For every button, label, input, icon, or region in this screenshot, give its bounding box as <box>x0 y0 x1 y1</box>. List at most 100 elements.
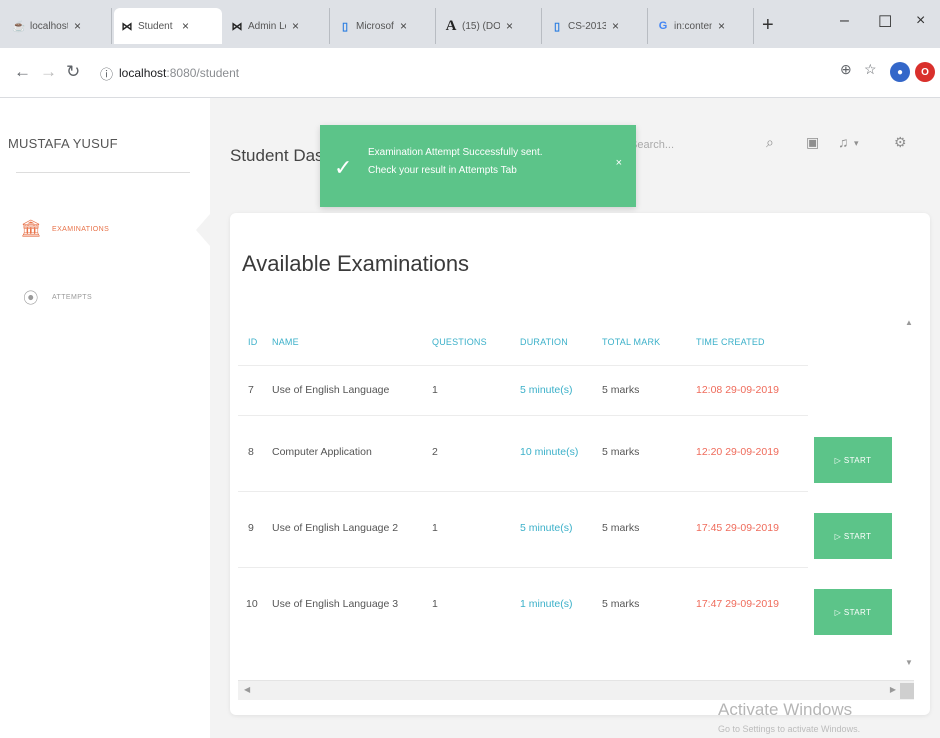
url-path: :8080/student <box>166 66 240 80</box>
cell-questions: 2 <box>432 446 438 458</box>
tab-label: in:content <box>674 20 712 32</box>
info-icon[interactable]: ⓘ <box>100 64 113 83</box>
vertical-scrollbar[interactable]: ▲ ▼ <box>903 318 915 670</box>
cell-total-mark: 5 marks <box>602 446 640 458</box>
app-icon: ⋈ <box>231 20 243 33</box>
cell-name: Use of English Language <box>272 384 390 396</box>
start-exam-button[interactable]: ▷ START <box>814 589 892 635</box>
start-exam-button[interactable]: ▷ START <box>814 513 892 559</box>
window-minimize-button[interactable]: – <box>840 12 849 30</box>
start-exam-button[interactable]: ▷ START <box>814 437 892 483</box>
column-header-name: NAME <box>272 337 299 347</box>
tab-label: localhost: <box>30 20 68 32</box>
tab-close-icon[interactable]: × <box>718 19 725 33</box>
reload-icon[interactable]: ↻ <box>66 62 80 82</box>
google-icon: G <box>658 20 668 32</box>
scroll-left-arrow-icon[interactable]: ◀ <box>244 685 250 694</box>
browser-address-bar: ← → ↻ ⓘ localhost :8080/student ⊕ ☆ ● O <box>0 48 940 98</box>
sidebar-divider <box>16 172 190 173</box>
page-icon[interactable]: ▣ <box>806 134 819 151</box>
sidebar-item-attempts[interactable]: ⦿ ATTEMPTS <box>20 286 92 308</box>
sidebar-item-label: ATTEMPTS <box>52 293 93 301</box>
browser-tab-doc[interactable]: A (15) (DOC × <box>438 8 542 44</box>
settings-icon[interactable]: ⚙ <box>894 134 907 151</box>
extension-icon[interactable]: ● <box>890 62 910 82</box>
browser-tab-google[interactable]: G in:content × <box>650 8 754 44</box>
horizontal-scrollbar[interactable]: ◀ ▶ <box>238 680 914 700</box>
cell-time-created: 17:45 29-09-2019 <box>696 522 779 534</box>
scrollbar-thumb[interactable] <box>900 683 914 699</box>
new-tab-button[interactable]: + <box>762 14 774 37</box>
examinations-card: Available Examinations ID NAME QUESTIONS… <box>230 213 930 715</box>
back-arrow-icon[interactable]: ← <box>14 62 31 82</box>
column-header-total-mark: TOTAL MARK <box>602 337 661 347</box>
opera-extension-icon[interactable]: O <box>915 62 935 82</box>
active-item-pointer <box>196 214 210 246</box>
username: MUSTAFA YUSUF <box>8 136 118 151</box>
tab-close-icon[interactable]: × <box>74 19 81 33</box>
tab-close-icon[interactable]: × <box>400 19 407 33</box>
cell-total-mark: 5 marks <box>602 598 640 610</box>
activate-windows-watermark: Activate Windows <box>718 700 853 719</box>
document-icon: ▯ <box>341 20 349 33</box>
cell-time-created: 12:20 29-09-2019 <box>696 446 779 458</box>
toast-close-button[interactable]: × <box>616 157 622 169</box>
cell-questions: 1 <box>432 598 438 610</box>
table-header: ID NAME QUESTIONS DURATION TOTAL MARK TI… <box>238 329 898 359</box>
tab-close-icon[interactable]: × <box>182 19 189 33</box>
search-icon[interactable]: ⌕ <box>766 134 774 151</box>
url-host: localhost <box>119 66 167 80</box>
cell-name: Use of English Language 2 <box>272 522 399 534</box>
cell-id: 8 <box>248 446 254 458</box>
document-icon: ▯ <box>553 20 561 33</box>
browser-tab-localhost[interactable]: ☕ localhost: × <box>6 8 112 44</box>
app-icon: ⋈ <box>121 20 133 33</box>
window-maximize-button[interactable]: ☐ <box>878 12 892 32</box>
cell-duration: 10 minute(s) <box>520 446 579 458</box>
cell-duration: 1 minute(s) <box>520 598 573 610</box>
tab-close-icon[interactable]: × <box>506 19 513 33</box>
sidebar-item-label: EXAMINATIONS <box>52 225 110 233</box>
tab-label: Microsoft <box>356 20 394 32</box>
scroll-down-arrow-icon[interactable]: ▼ <box>905 658 913 667</box>
tab-label: Student D <box>138 20 176 32</box>
activate-windows-subtitle: Go to Settings to activate Windows. <box>718 724 861 734</box>
text-icon: A <box>445 17 457 34</box>
column-header-time-created: TIME CREATED <box>696 337 765 347</box>
column-header-questions: QUESTIONS <box>432 337 487 347</box>
url-field[interactable]: ⓘ localhost :8080/student <box>100 57 840 89</box>
window-close-button[interactable]: × <box>916 12 925 30</box>
browser-tab-student-dashboard[interactable]: ⋈ Student D × <box>114 8 222 44</box>
chevron-down-icon[interactable]: ▾ <box>854 138 859 149</box>
institution-icon: 🏛 <box>20 219 42 238</box>
bell-icon[interactable]: ♫ <box>838 134 849 150</box>
cell-name: Computer Application <box>272 446 372 458</box>
scroll-up-arrow-icon[interactable]: ▲ <box>905 318 913 327</box>
cell-name: Use of English Language 3 <box>272 598 399 610</box>
forward-arrow-icon[interactable]: → <box>40 62 57 82</box>
cell-duration: 5 minute(s) <box>520 522 573 534</box>
tab-close-icon[interactable]: × <box>612 19 619 33</box>
toast-message-line2: Check your result in Attempts Tab <box>368 165 517 176</box>
cell-id: 7 <box>248 384 254 396</box>
search-placeholder: Search... <box>630 139 675 151</box>
bookmark-star-icon[interactable]: ☆ <box>864 61 877 78</box>
cell-questions: 1 <box>432 522 438 534</box>
sidebar: MUSTAFA YUSUF 🏛 EXAMINATIONS ⦿ ATTEMPTS <box>0 98 210 738</box>
table-row: 7 Use of English Language 1 5 minute(s) … <box>238 365 808 415</box>
zoom-icon[interactable]: ⊕ <box>840 61 852 78</box>
tab-close-icon[interactable]: × <box>292 19 299 33</box>
browser-tab-cs2013[interactable]: ▯ CS-2013 / × <box>544 8 648 44</box>
cell-questions: 1 <box>432 384 438 396</box>
table-row: 9 Use of English Language 2 1 5 minute(s… <box>238 491 808 567</box>
cell-id: 10 <box>246 598 258 610</box>
tab-label: CS-2013 / <box>568 20 606 32</box>
browser-tab-strip: ☕ localhost: × ⋈ Student D × ⋈ Admin Lo … <box>0 0 940 48</box>
browser-tab-microsoft[interactable]: ▯ Microsoft × <box>332 8 436 44</box>
location-pin-icon: ⦿ <box>23 289 39 307</box>
sidebar-item-examinations[interactable]: 🏛 EXAMINATIONS <box>20 218 109 240</box>
table-row: 8 Computer Application 2 10 minute(s) 5 … <box>238 415 808 491</box>
cell-time-created: 17:47 29-09-2019 <box>696 598 779 610</box>
scroll-right-arrow-icon[interactable]: ▶ <box>890 685 896 694</box>
browser-tab-admin-login[interactable]: ⋈ Admin Lo × <box>224 8 330 44</box>
